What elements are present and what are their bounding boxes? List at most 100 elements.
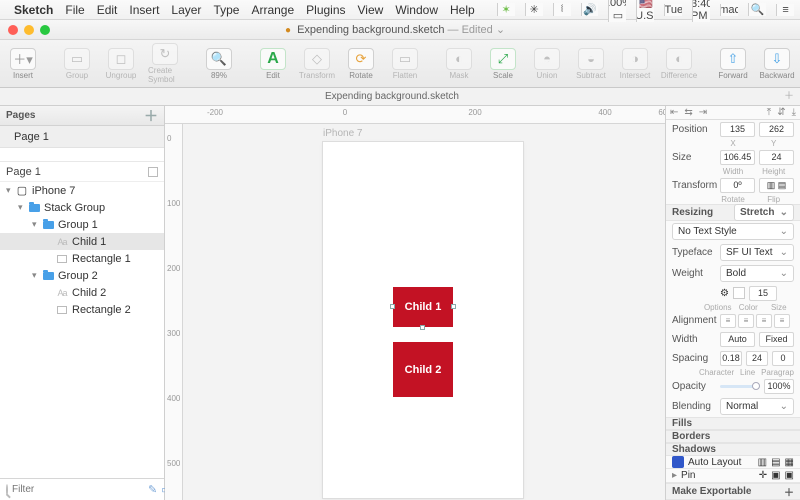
menu-app[interactable]: Sketch: [14, 3, 53, 17]
layer-stack-group[interactable]: ▾Stack Group: [0, 199, 164, 216]
layer-rectangle-2[interactable]: Rectangle 2: [0, 301, 164, 318]
transform-button[interactable]: ◇Transform: [300, 48, 334, 80]
resize-handle[interactable]: [451, 304, 456, 309]
subtract-button[interactable]: ◒Subtract: [574, 48, 608, 80]
width-fixed[interactable]: Fixed: [759, 332, 794, 347]
canvas-child-1[interactable]: Child 1: [393, 287, 453, 327]
weight-select[interactable]: Bold: [720, 265, 794, 282]
menu-arrange[interactable]: Arrange: [251, 3, 294, 17]
text-color-swatch[interactable]: [733, 287, 745, 299]
align-middle-icon[interactable]: ⇵: [777, 107, 785, 118]
canvas[interactable]: -200 0 200 400 600 0 100 200 300 400 500…: [165, 106, 665, 500]
mask-button[interactable]: ◐Mask: [442, 48, 476, 80]
layer-child-2[interactable]: AaChild 2: [0, 284, 164, 301]
width-input[interactable]: 106.45: [720, 150, 755, 165]
insert-button[interactable]: ＋▾Insert: [6, 48, 40, 80]
difference-button[interactable]: ◐Difference: [662, 48, 696, 80]
pin-icon[interactable]: ✛: [759, 470, 767, 481]
font-size-input[interactable]: 15: [749, 286, 777, 301]
width-auto[interactable]: Auto: [720, 332, 755, 347]
canvas-child-2[interactable]: Child 2: [393, 342, 453, 397]
add-page-button[interactable]: ＋: [144, 106, 158, 126]
status-user[interactable]: mac: [720, 4, 738, 16]
artboard[interactable]: Child 1 Child 2: [323, 142, 523, 498]
resize-handle[interactable]: [420, 325, 425, 330]
status-input-flag[interactable]: 🇺🇸 U.S.: [636, 0, 654, 22]
auto-layout-row[interactable]: Auto Layout▥▤▦: [666, 456, 800, 470]
menu-layer[interactable]: Layer: [171, 3, 201, 17]
align-center-icon[interactable]: ⇆: [684, 107, 692, 118]
stack-grid-icon[interactable]: ▦: [785, 457, 794, 468]
line-spacing[interactable]: 24: [746, 351, 768, 366]
menu-help[interactable]: Help: [450, 3, 475, 17]
fills-section[interactable]: Fills: [666, 417, 800, 430]
menu-plugins[interactable]: Plugins: [306, 3, 345, 17]
opacity-input[interactable]: 100%: [764, 379, 794, 394]
zoom-control[interactable]: 🔍89%: [202, 48, 236, 80]
layer-rectangle-1[interactable]: Rectangle 1: [0, 250, 164, 267]
align-bottom-icon[interactable]: ⤓: [792, 107, 796, 118]
status-time[interactable]: 3:40 PM: [692, 0, 710, 22]
resizing-select[interactable]: Stretch: [734, 204, 794, 221]
borders-section[interactable]: Borders: [666, 430, 800, 443]
layer-artboard[interactable]: ▾▢iPhone 7: [0, 182, 164, 199]
group-button[interactable]: ▭Group: [60, 48, 94, 80]
rotate-button[interactable]: ⟳Rotate: [344, 48, 378, 80]
menu-type[interactable]: Type: [213, 3, 239, 17]
status-notifications-icon[interactable]: ≡: [776, 4, 794, 16]
stack-v-icon[interactable]: ▥: [758, 457, 767, 468]
resize-handle[interactable]: [390, 304, 395, 309]
pos-y-input[interactable]: 262: [759, 122, 794, 137]
stack-h-icon[interactable]: ▤: [771, 457, 780, 468]
pos-x-input[interactable]: 135: [720, 122, 755, 137]
pin-icon[interactable]: ▣: [785, 470, 794, 481]
text-style-select[interactable]: No Text Style: [672, 223, 794, 240]
tab-expending[interactable]: Expending background.sketch: [325, 91, 459, 102]
menu-insert[interactable]: Insert: [129, 3, 159, 17]
backward-button[interactable]: ⇩Backward: [760, 48, 794, 80]
menu-file[interactable]: File: [65, 3, 84, 17]
intersect-button[interactable]: ◑Intersect: [618, 48, 652, 80]
shadows-section[interactable]: Shadows: [666, 443, 800, 456]
status-spotlight-icon[interactable]: 🔍: [748, 3, 766, 16]
layer-group-1[interactable]: ▾Group 1: [0, 216, 164, 233]
union-button[interactable]: ◓Union: [530, 48, 564, 80]
height-input[interactable]: 24: [759, 150, 794, 165]
layer-group-2[interactable]: ▾Group 2: [0, 267, 164, 284]
flip-buttons[interactable]: ▥ ▤: [759, 178, 794, 193]
menu-view[interactable]: View: [358, 3, 384, 17]
new-tab-button[interactable]: ＋: [784, 88, 800, 106]
text-options-button[interactable]: ⚙: [720, 288, 729, 299]
opacity-slider[interactable]: [720, 385, 760, 388]
close-button[interactable]: [8, 25, 18, 35]
zoom-button[interactable]: [40, 25, 50, 35]
flatten-button[interactable]: ▭Flatten: [388, 48, 422, 80]
char-spacing[interactable]: 0.18: [720, 351, 742, 366]
forward-button[interactable]: ⇧Forward: [716, 48, 750, 80]
scale-button[interactable]: ⤢Scale: [486, 48, 520, 80]
menu-edit[interactable]: Edit: [97, 3, 118, 17]
text-align-buttons[interactable]: ≡≡≡≡: [720, 314, 790, 328]
make-exportable[interactable]: Make Exportable＋: [666, 483, 800, 500]
pin-icon[interactable]: ▣: [771, 470, 780, 481]
typeface-select[interactable]: SF UI Text: [720, 244, 794, 261]
page-item[interactable]: Page 1: [0, 126, 164, 148]
pin-row[interactable]: ▸Pin✛▣▣: [666, 469, 800, 483]
filter-input[interactable]: [12, 484, 144, 495]
align-left-icon[interactable]: ⇤: [670, 107, 678, 118]
status-day[interactable]: Tue: [664, 4, 682, 16]
create-symbol-button[interactable]: ↻Create Symbol: [148, 43, 182, 84]
layer-child-1[interactable]: AaChild 1: [0, 233, 164, 250]
ungroup-button[interactable]: ◻Ungroup: [104, 48, 138, 80]
edit-button[interactable]: AEdit: [256, 48, 290, 80]
rotate-input[interactable]: 0º: [720, 178, 755, 193]
status-evernote-icon[interactable]: ✶: [497, 3, 515, 16]
status-wifi-icon[interactable]: ⧙: [553, 3, 571, 16]
status-volume-icon[interactable]: 🔊: [581, 3, 599, 16]
filter-tool-icon[interactable]: ✎: [148, 483, 157, 496]
menu-window[interactable]: Window: [395, 3, 438, 17]
artboard-label[interactable]: iPhone 7: [323, 128, 362, 139]
para-spacing[interactable]: 0: [772, 351, 794, 366]
align-top-icon[interactable]: ⤒: [767, 107, 771, 118]
blending-select[interactable]: Normal: [720, 398, 794, 415]
